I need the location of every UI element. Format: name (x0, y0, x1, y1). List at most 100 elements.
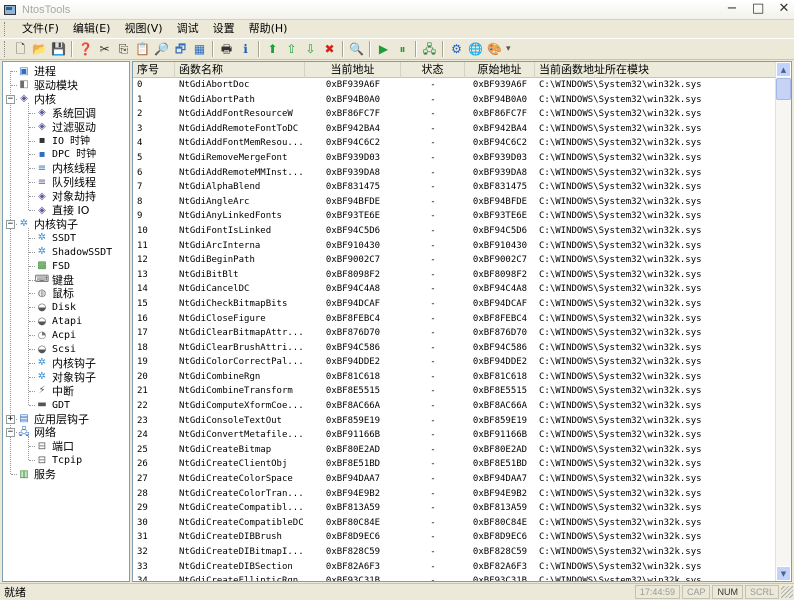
tree-item-interrupts[interactable]: ⚡ 中断 (35, 385, 74, 398)
scroll-down-button[interactable]: ▼ (776, 566, 791, 581)
table-row[interactable]: 15 NtGdiCheckBitmapBits 0xBF94DCAF - 0xBF94D… (133, 297, 777, 312)
table-row[interactable]: 5 NtGdiRemoveMergeFont 0xBF939D03 - 0xBF939D… (133, 151, 777, 166)
resize-grip-icon[interactable] (781, 586, 793, 598)
table-row[interactable]: 6 NtGdiAddRemoteMMInst... 0xBF939DA8 - 0xBF9… (133, 166, 777, 181)
zoom-icon[interactable]: 🔍 (348, 41, 365, 58)
tree-item-fsd[interactable]: ▩ FSD (35, 260, 70, 273)
menu-grip[interactable] (4, 22, 7, 36)
tree-item-object-hooks[interactable]: ✲ 对象钩子 (35, 371, 96, 384)
table-row[interactable]: 26 NtGdiCreateClientObj 0xBF8E51BD - 0xBF8E5… (133, 457, 777, 472)
col-header-function-name[interactable]: 函数名称 (175, 62, 305, 78)
table-row[interactable]: 34 NtGdiCreateEllipticRgn 0xBF93C31B - 0xBF9… (133, 574, 777, 581)
tree-item-ssdt[interactable]: ✲ SSDT (35, 232, 76, 245)
arrow-down-icon[interactable]: ⇩ (302, 41, 319, 58)
table-row[interactable]: 14 NtGdiCancelDC 0xBF94C4A8 - 0xBF94C4A8 C:\W… (133, 282, 777, 297)
table-row[interactable]: 17 NtGdiClearBitmapAttr... 0xBF876D70 - 0xBF… (133, 326, 777, 341)
tree-item-tcpip[interactable]: ⊟ Tcpip (35, 454, 82, 467)
table-row[interactable]: 18 NtGdiClearBrushAttri... 0xBF94C586 - 0xBF… (133, 341, 777, 356)
palette-icon[interactable]: 🎨 (486, 41, 503, 58)
tree-item-mouse[interactable]: ◍ 鼠标 (35, 287, 74, 300)
tree-expander-icon[interactable]: + (6, 414, 15, 424)
table-row[interactable]: 1 NtGdiAbortPath 0xBF94B0A0 - 0xBF94B0A0 C:\W… (133, 93, 777, 108)
table-row[interactable]: 0 NtGdiAbortDoc 0xBF939A6F - 0xBF939A6F C:\WI… (133, 78, 777, 93)
tree-item-queue-threads[interactable]: ≡ 队列线程 (35, 176, 96, 189)
scroll-thumb[interactable] (776, 78, 791, 100)
tree-item-services[interactable]: ▥ 服务 (17, 468, 56, 481)
table-row[interactable]: 19 NtGdiColorCorrectPal... 0xBF94DDE2 - 0xBF… (133, 355, 777, 370)
pause-icon[interactable]: ⏸ (394, 41, 411, 58)
network-icon[interactable]: 🖧 (421, 41, 438, 58)
tree-item-process[interactable]: ▣ 进程 (17, 65, 56, 78)
tree-expander-icon[interactable]: − (6, 428, 15, 438)
tree-expander-icon[interactable]: − (6, 94, 15, 104)
table-row[interactable]: 21 NtGdiCombineTransform 0xBF8E5515 - 0xBF8E… (133, 384, 777, 399)
tree-item-direct-io[interactable]: ◈ 直接 IO (35, 204, 89, 217)
tree-item-app-hooks[interactable]: ▤ 应用层钩子 (17, 413, 89, 426)
table-row[interactable]: 22 NtGdiComputeXformCoe... 0xBF8AC66A - 0xBF… (133, 399, 777, 414)
toolbar-grip[interactable] (4, 41, 7, 57)
tree-item-kernel-threads[interactable]: ≡ 内核线程 (35, 162, 96, 175)
table-row[interactable]: 27 NtGdiCreateColorSpace 0xBF94DAA7 - 0xBF94… (133, 472, 777, 487)
vertical-scrollbar[interactable]: ▲ ▼ (775, 62, 791, 581)
window-icon[interactable]: 🗗 (172, 41, 189, 58)
copy-icon[interactable]: ⎘ (115, 41, 132, 58)
col-header-module[interactable]: 当前函数地址所在模块 (535, 62, 777, 78)
circle-up-icon[interactable]: ⬆ (264, 41, 281, 58)
menu-file[interactable]: 文件(F) (15, 21, 66, 37)
tree-item-acpi[interactable]: ◔ Acpi (35, 329, 76, 342)
col-header-original-address[interactable]: 原始地址 (465, 62, 535, 78)
tree-item-dpc-timer[interactable]: ▪ DPC 时钟 (35, 148, 96, 161)
tree-item-keyboard[interactable]: ⌨ 键盘 (35, 274, 74, 287)
open-folder-icon[interactable]: 📂 (31, 41, 48, 58)
globe-icon[interactable]: 🌐 (467, 41, 484, 58)
col-header-current-address[interactable]: 当前地址 (305, 62, 401, 78)
table-row[interactable]: 20 NtGdiCombineRgn 0xBF81C618 - 0xBF81C618 C:… (133, 370, 777, 385)
tree-item-gdt[interactable]: ▬ GDT (35, 399, 70, 412)
table-row[interactable]: 4 NtGdiAddFontMemResou... 0xBF94C6C2 - 0xBF9… (133, 136, 777, 151)
delete-icon[interactable]: ✖ (321, 41, 338, 58)
table-row[interactable]: 23 NtGdiConsoleTextOut 0xBF859E19 - 0xBF859E… (133, 414, 777, 429)
table-row[interactable]: 29 NtGdiCreateCompatibl... 0xBF813A59 - 0xBF… (133, 501, 777, 516)
table-row[interactable]: 11 NtGdiArcInterna 0xBF910430 - 0xBF910430 C:… (133, 239, 777, 254)
menu-edit[interactable]: 编辑(E) (66, 21, 118, 37)
col-header-index[interactable]: 序号 (133, 62, 175, 78)
tree-item-filter-drivers[interactable]: ◈ 过滤驱动 (35, 121, 96, 134)
tree-item-io-timer[interactable]: ▪ IO 时钟 (35, 135, 90, 148)
tree-item-system-callbacks[interactable]: ◈ 系统回调 (35, 107, 96, 120)
tree-item-network[interactable]: 🖧 网络 (17, 426, 56, 439)
table-row[interactable]: 16 NtGdiCloseFigure 0xBF8FEBC4 - 0xBF8FEBC4 C… (133, 312, 777, 327)
table-row[interactable]: 13 NtGdiBitBlt 0xBF8098F2 - 0xBF8098F2 C:\WIN… (133, 268, 777, 283)
table-row[interactable]: 3 NtGdiAddRemoteFontToDC 0xBF942BA4 - 0xBF94… (133, 122, 777, 137)
table-row[interactable]: 30 NtGdiCreateCompatibleDC 0xBF80C84E - 0xBF… (133, 516, 777, 531)
maximize-button[interactable]: □ (752, 2, 764, 16)
play-icon[interactable]: ▶ (375, 41, 392, 58)
menu-help[interactable]: 帮助(H) (242, 21, 295, 37)
col-header-status[interactable]: 状态 (401, 62, 465, 78)
tree-item-disk[interactable]: ◒ Disk (35, 301, 76, 314)
grid-icon[interactable]: ▦ (191, 41, 208, 58)
tree-item-object-hijack[interactable]: ◈ 对象劫持 (35, 190, 96, 203)
tree-expander-icon[interactable]: − (6, 219, 15, 229)
table-row[interactable]: 12 NtGdiBeginPath 0xBF9002C7 - 0xBF9002C7 C:\… (133, 253, 777, 268)
table-row[interactable]: 33 NtGdiCreateDIBSection 0xBF82A6F3 - 0xBF82… (133, 560, 777, 575)
table-row[interactable]: 24 NtGdiConvertMetafile... 0xBF91166B - 0xBF… (133, 428, 777, 443)
table-row[interactable]: 31 NtGdiCreateDIBBrush 0xBF8D9EC6 - 0xBF8D9E… (133, 530, 777, 545)
menu-debug[interactable]: 调试 (170, 21, 206, 37)
tree-item-shadowssdt[interactable]: ✲ ShadowSSDT (35, 246, 112, 259)
new-file-icon[interactable]: 🗋 (12, 41, 29, 58)
info-icon[interactable]: ℹ (237, 41, 254, 58)
minimize-button[interactable]: − (726, 2, 738, 16)
find-icon[interactable]: 🔎 (153, 41, 170, 58)
tree-item-atapi[interactable]: ◒ Atapi (35, 315, 82, 328)
table-row[interactable]: 7 NtGdiAlphaBlend 0xBF831475 - 0xBF831475 C:\… (133, 180, 777, 195)
table-row[interactable]: 25 NtGdiCreateBitmap 0xBF80E2AD - 0xBF80E2AD… (133, 443, 777, 458)
table-row[interactable]: 2 NtGdiAddFontResourceW 0xBF86FC7F - 0xBF86F… (133, 107, 777, 122)
help-icon[interactable]: ❓ (77, 41, 94, 58)
table-row[interactable]: 10 NtGdiFontIsLinked 0xBF94C5D6 - 0xBF94C5D6… (133, 224, 777, 239)
print-icon[interactable]: 🖶 (218, 41, 235, 58)
toolbar-overflow-icon[interactable]: ▾ (506, 44, 511, 54)
close-button[interactable]: ✕ (778, 2, 790, 16)
arrow-up-icon[interactable]: ⇧ (283, 41, 300, 58)
tree-item-driver-modules[interactable]: ◧ 驱动模块 (17, 79, 78, 92)
menu-view[interactable]: 视图(V) (117, 21, 169, 37)
